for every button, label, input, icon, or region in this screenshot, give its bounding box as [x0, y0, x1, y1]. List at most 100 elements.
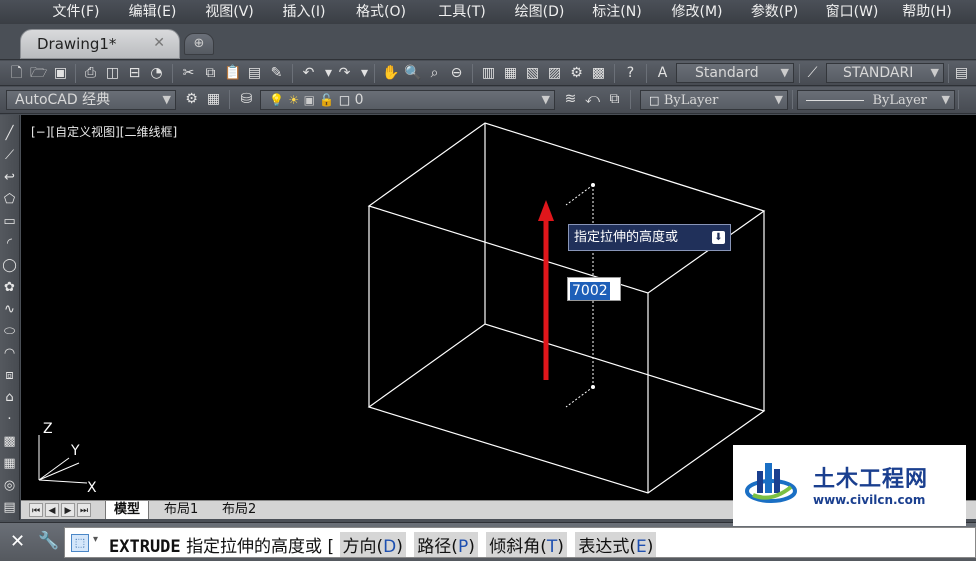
drawing-canvas[interactable]: [−][自定义视图][二维线框] Z Y X 指定拉伸的高度或 ⬇ 7002: [21, 115, 976, 500]
spline-icon[interactable]: ∿: [1, 301, 18, 319]
dim-style-select[interactable]: STANDARI ▼: [826, 63, 944, 83]
option-path[interactable]: 路径(P): [414, 532, 478, 557]
table-icon[interactable]: ▤: [1, 499, 18, 517]
options-dropdown-icon[interactable]: ⬇: [712, 231, 725, 244]
cut-icon[interactable]: ✂: [180, 65, 197, 82]
hatch-icon[interactable]: ▩: [1, 433, 18, 451]
command-line-input[interactable]: ⬚ ▾ EXTRUDE 指定拉伸的高度或 [ 方向(D) 路径(P) 倾斜角(T…: [64, 527, 976, 558]
rectangle-icon[interactable]: ▭: [1, 213, 18, 231]
app-menu-button[interactable]: [0, 0, 38, 24]
menu-window[interactable]: 窗口(W): [812, 0, 892, 24]
gradient-icon[interactable]: ▦: [1, 455, 18, 473]
undo-dropdown-icon[interactable]: ▾: [320, 65, 337, 82]
tab-layout1[interactable]: 布局1: [156, 501, 206, 519]
point-icon[interactable]: ·: [1, 411, 18, 429]
menu-edit[interactable]: 编辑(E): [114, 0, 191, 24]
menu-modify[interactable]: 修改(M): [657, 0, 737, 24]
pan-icon[interactable]: ✋: [382, 65, 399, 82]
properties-icon[interactable]: ▥: [480, 65, 497, 82]
watermark-url: www.civilcn.com: [813, 493, 926, 507]
tab-layout2[interactable]: 布局2: [214, 501, 264, 519]
dynamic-input-field[interactable]: 7002: [567, 277, 621, 301]
menu-tools[interactable]: 工具(T): [422, 0, 502, 24]
menu-file[interactable]: 文件(F): [38, 0, 114, 24]
redo-dropdown-icon[interactable]: ▾: [356, 65, 373, 82]
linetype-select[interactable]: ByLayer ▼: [797, 90, 955, 110]
menu-draw[interactable]: 绘图(D): [502, 0, 577, 24]
workspace-select[interactable]: AutoCAD 经典 ▼: [6, 90, 176, 110]
open-file-icon[interactable]: 🗁: [30, 65, 47, 82]
table-style-icon[interactable]: ▤: [953, 65, 970, 82]
construction-line-icon[interactable]: ⟋: [1, 147, 18, 165]
zoom-realtime-icon[interactable]: 🔍: [404, 65, 421, 82]
menu-view[interactable]: 视图(V): [191, 0, 268, 24]
first-layout-icon[interactable]: ⏮: [29, 503, 43, 517]
publish-icon[interactable]: ⊟: [126, 65, 143, 82]
civilcn-logo: [745, 463, 797, 503]
menu-insert[interactable]: 插入(I): [268, 0, 340, 24]
region-icon[interactable]: ◎: [1, 477, 18, 495]
save-icon[interactable]: ▣: [52, 65, 69, 82]
menu-dimension[interactable]: 标注(N): [577, 0, 657, 24]
insert-block-icon[interactable]: ⧈: [1, 367, 18, 385]
line-icon[interactable]: ╱: [1, 125, 18, 143]
ellipse-icon[interactable]: ⬭: [1, 323, 18, 341]
new-file-icon[interactable]: 🗋: [8, 65, 25, 82]
match-properties-icon[interactable]: ▤: [246, 65, 263, 82]
chevron-down-icon[interactable]: ▾: [93, 534, 98, 545]
3d-dwf-icon[interactable]: ◔: [148, 65, 165, 82]
quickcalc-icon[interactable]: ▩: [590, 65, 607, 82]
make-current-layer-icon[interactable]: ≋: [562, 91, 579, 108]
wrench-icon[interactable]: 🔧: [38, 531, 59, 551]
zoom-previous-icon[interactable]: ⊖: [448, 65, 465, 82]
help-icon[interactable]: ?: [622, 65, 639, 82]
close-icon[interactable]: ✕: [153, 35, 165, 51]
document-tab[interactable]: Drawing1* ✕: [20, 29, 180, 59]
menu-format[interactable]: 格式(O): [340, 0, 422, 24]
layer-select[interactable]: 💡 ☀ ▣ 🔓 □ 0 ▼: [260, 90, 555, 110]
arc-icon[interactable]: ◜: [1, 235, 18, 253]
text-style-select[interactable]: Standard ▼: [676, 63, 794, 83]
redo-icon[interactable]: ↷: [336, 65, 353, 82]
polyline-icon[interactable]: ↩: [1, 169, 18, 187]
print-preview-icon[interactable]: ◫: [104, 65, 121, 82]
text-style-icon[interactable]: A: [654, 65, 671, 82]
circle-icon[interactable]: ◯: [1, 257, 18, 275]
close-icon[interactable]: ✕: [10, 531, 25, 552]
print-icon[interactable]: ⎙: [82, 65, 99, 82]
sheet-set-icon[interactable]: ▨: [546, 65, 563, 82]
tab-model[interactable]: 模型: [105, 501, 150, 519]
workspace-settings-icon[interactable]: ⚙: [183, 91, 200, 108]
workspace-grid-icon[interactable]: ▦: [205, 91, 222, 108]
menu-help[interactable]: 帮助(H): [892, 0, 962, 24]
lock-icon: 🔓: [319, 93, 335, 107]
dim-style-icon[interactable]: ⟋: [804, 65, 821, 82]
model-space-drawing: Z Y X: [38, 122, 766, 496]
copy-icon[interactable]: ⧉: [202, 65, 219, 82]
layer-previous-icon[interactable]: ⤺: [584, 91, 601, 108]
color-value: ByLayer: [663, 93, 719, 108]
make-block-icon[interactable]: ⌂: [1, 389, 18, 407]
new-tab-button[interactable]: ⊕: [184, 33, 214, 55]
layer-manager-icon[interactable]: ⛁: [238, 91, 255, 108]
color-select[interactable]: □ ByLayer ▼: [640, 90, 788, 110]
layer-state-icon[interactable]: ⧉: [606, 91, 623, 108]
tool-palettes-icon[interactable]: ▧: [524, 65, 541, 82]
last-layout-icon[interactable]: ⏭: [77, 503, 91, 517]
undo-icon[interactable]: ↶: [300, 65, 317, 82]
paste-icon[interactable]: 📋: [224, 65, 241, 82]
prev-layout-icon[interactable]: ◀: [45, 503, 59, 517]
menu-parametric[interactable]: 参数(P): [737, 0, 812, 24]
option-direction[interactable]: 方向(D): [339, 532, 406, 557]
block-editor-icon[interactable]: ✎: [268, 65, 285, 82]
command-icon[interactable]: ⬚: [71, 534, 89, 552]
markup-icon[interactable]: ⚙: [568, 65, 585, 82]
option-taper-angle[interactable]: 倾斜角(T): [486, 532, 567, 557]
polygon-icon[interactable]: ⬠: [1, 191, 18, 209]
zoom-window-icon[interactable]: ⌕: [426, 65, 443, 82]
next-layout-icon[interactable]: ▶: [61, 503, 75, 517]
design-center-icon[interactable]: ▦: [502, 65, 519, 82]
revision-cloud-icon[interactable]: ✿: [1, 279, 18, 297]
ellipse-arc-icon[interactable]: ◠: [1, 345, 18, 363]
option-expression[interactable]: 表达式(E): [575, 532, 657, 557]
